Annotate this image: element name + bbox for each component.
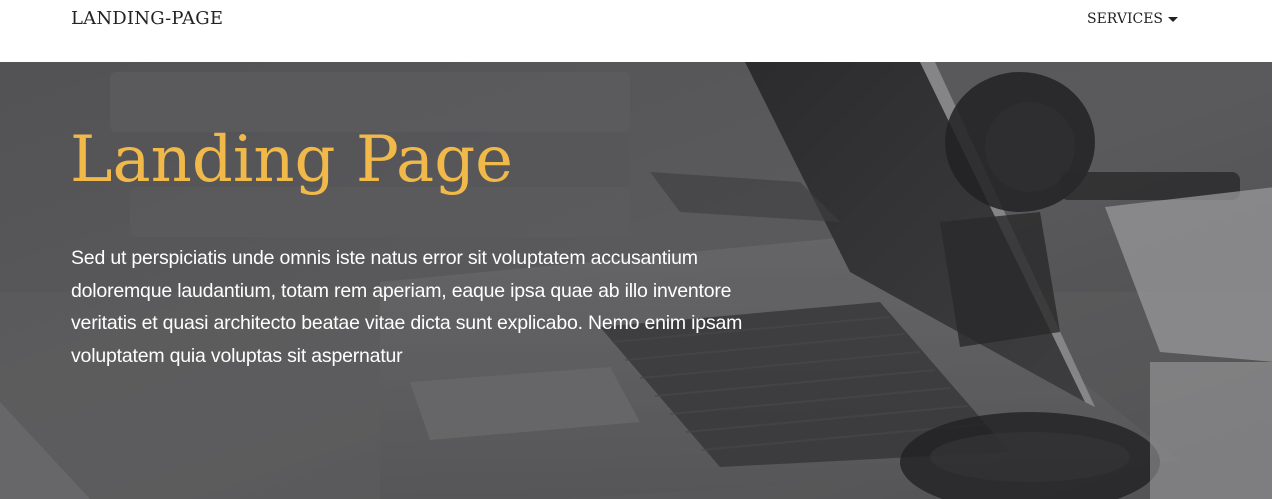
caret-down-icon bbox=[1168, 17, 1179, 22]
services-label: SERVICES bbox=[1087, 11, 1164, 27]
services-dropdown[interactable]: SERVICES bbox=[1087, 10, 1179, 28]
hero-description: Sed ut perspiciatis unde omnis iste natu… bbox=[71, 247, 743, 367]
brand-link[interactable]: LANDING-PAGE bbox=[71, 8, 223, 30]
hero-section: Landing Page Sed ut perspiciatis unde om… bbox=[0, 62, 1275, 499]
navbar: LANDING-PAGE SERVICES bbox=[0, 0, 1275, 62]
hero-title: Landing Page bbox=[70, 123, 514, 197]
